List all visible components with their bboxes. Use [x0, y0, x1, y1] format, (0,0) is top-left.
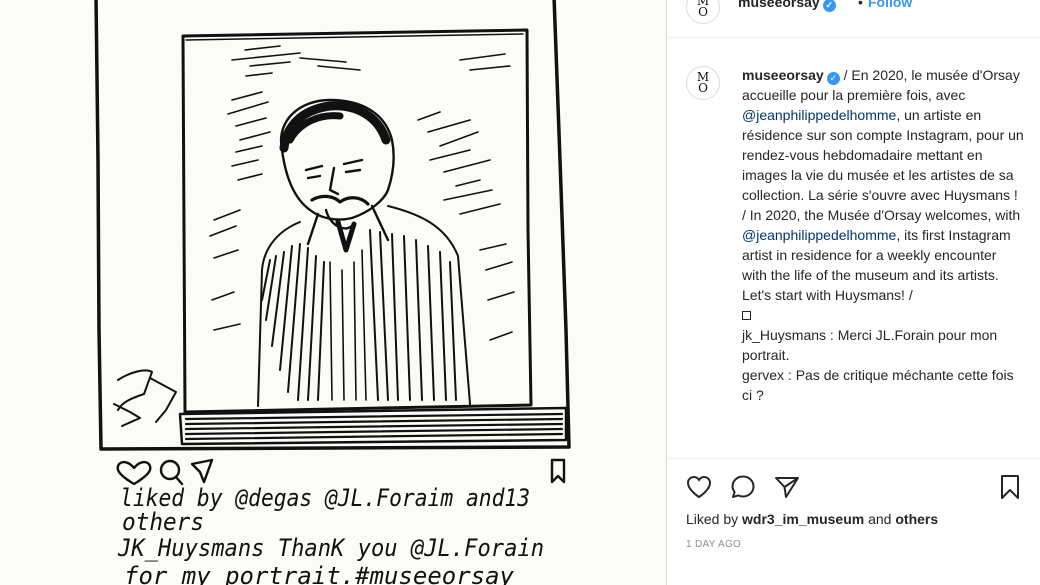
post-image: liked by @degas @JL.Foraim and13 others …: [0, 0, 667, 585]
drawn-picture-frame: [181, 28, 533, 414]
post-date[interactable]: 1 DAY AGO: [686, 539, 741, 550]
caption-username[interactable]: museeorsay: [742, 67, 824, 83]
drawn-hashtag-line: for my portrait.#museeorsay: [124, 562, 515, 585]
header-separator: •: [858, 0, 863, 10]
heart-outline-icon: [686, 475, 712, 499]
action-bar: Liked by wdr3_im_museum and others 1 DAY…: [668, 458, 1040, 585]
caption-mention-1[interactable]: @jeanphilippedelhomme: [742, 107, 896, 123]
liked-by-prefix: Liked by: [686, 511, 743, 527]
post-side-panel: M O museeorsay ✓ • Follow M O museeorsay ✓…: [668, 0, 1040, 585]
caption-verified-badge-icon: ✓: [826, 72, 840, 85]
caption-avatar[interactable]: M O: [686, 66, 720, 100]
liked-by-and: and: [864, 511, 896, 527]
liked-by-others[interactable]: others: [895, 511, 938, 527]
header-username-text: museeorsay: [738, 0, 820, 10]
share-button[interactable]: [773, 473, 801, 501]
paper-plane-icon: [775, 477, 799, 498]
drawn-edge-scribble: [113, 369, 177, 427]
liked-by-line: Liked by wdr3_im_museum and others: [686, 511, 938, 527]
caption-area[interactable]: M O museeorsay ✓ / En 2020, le musée d'Or…: [668, 63, 1040, 456]
save-button[interactable]: [996, 473, 1024, 501]
avatar-monogram: M O: [696, 0, 710, 19]
caption-avatar-monogram: M O: [696, 70, 710, 95]
comment-bubble-icon: [731, 475, 755, 498]
caption-mention-2[interactable]: @jeanphilippedelhomme: [742, 227, 896, 243]
avatar[interactable]: M O: [686, 0, 720, 24]
drawn-action-icons: [116, 458, 566, 486]
caption-comment-1: jk_Huysmans : Merci JL.Forain pour mon p…: [742, 327, 998, 363]
follow-button[interactable]: Follow: [868, 0, 912, 10]
comment-button[interactable]: [729, 473, 757, 501]
post-header: M O museeorsay ✓ • Follow: [668, 0, 1040, 38]
ink-drawing: liked by @degas @JL.Foraim and13 others …: [94, 0, 571, 585]
like-button[interactable]: [685, 473, 713, 501]
caption-comment-2: gervex : Pas de critique méchante cette …: [742, 367, 1014, 403]
caption-body-2: , un artiste en résidence sur son compte…: [742, 107, 1024, 223]
drawn-portrait: [279, 98, 395, 253]
unicode-box-glyph: [742, 305, 1024, 325]
drawn-others-line: others: [122, 508, 204, 536]
background-hatching: [209, 45, 515, 341]
header-username[interactable]: museeorsay ✓: [738, 0, 836, 12]
drawn-comment-line: JK_Huysmans ThanK you @JL.Forain: [117, 534, 544, 562]
bookmark-icon: [1001, 475, 1019, 499]
liked-by-user[interactable]: wdr3_im_museum: [742, 511, 864, 527]
caption-text: museeorsay ✓ / En 2020, le musée d'Orsay …: [742, 65, 1024, 405]
drawn-coat: [257, 205, 471, 407]
verified-badge-icon: ✓: [822, 0, 836, 12]
